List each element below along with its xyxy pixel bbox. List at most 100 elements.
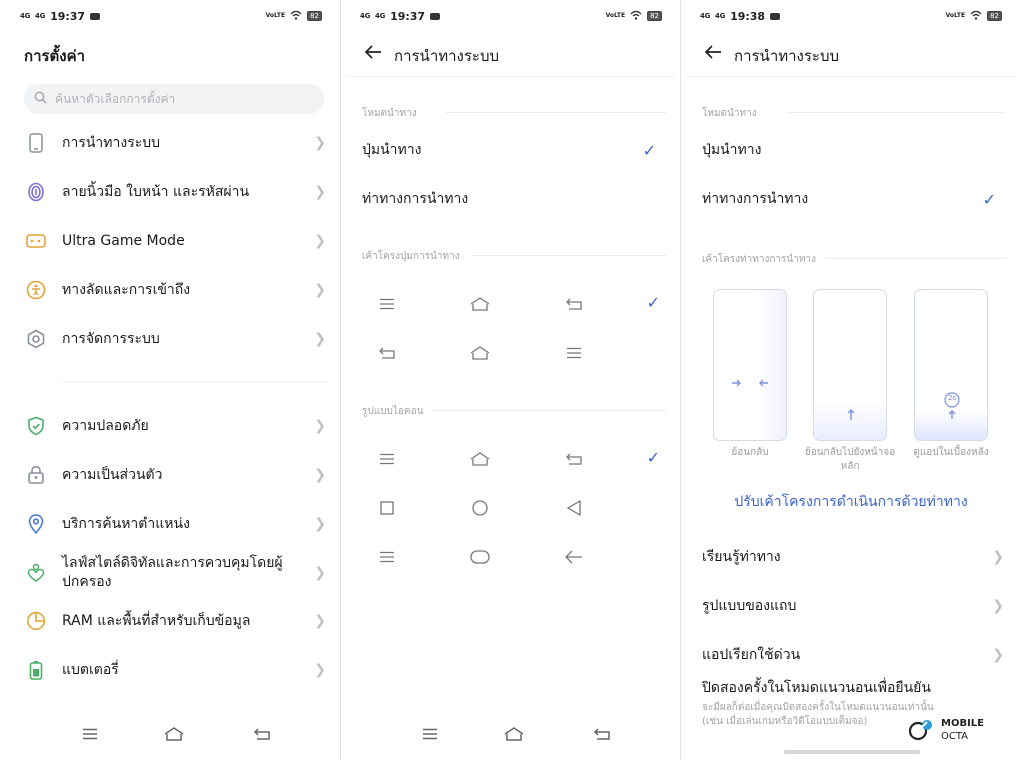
option-nav-buttons[interactable]: ปุ่มนำทาง ✓ <box>362 135 666 165</box>
chevron-right-icon: ❯ <box>314 331 326 347</box>
signal-2: 4G <box>375 12 386 20</box>
chevron-right-icon: ❯ <box>314 282 326 298</box>
icon-style-option-1[interactable]: ✓ <box>346 444 676 474</box>
settings-item-digital-wellbeing[interactable]: ไลฟ์สไตล์ดิจิทัลและการควบคุมโดยผู้ปกครอง… <box>6 551 336 595</box>
watermark-line1: MOBILE <box>941 718 984 729</box>
chevron-right-icon: ❯ <box>314 662 326 678</box>
settings-item-label: แบตเตอรี่ <box>62 662 119 678</box>
panel-divider <box>680 0 681 760</box>
back-button[interactable] <box>590 722 614 746</box>
option-gestures[interactable]: ท่าทางการนำทาง ✓ <box>702 184 1006 214</box>
row-bar-style[interactable]: รูปแบบของแถบ ❯ <box>702 591 1006 621</box>
watermark-line2: OCTA <box>941 731 969 742</box>
signal-1: 4G <box>20 12 31 20</box>
back-icon <box>563 448 585 470</box>
checkmark-icon: ✓ <box>646 293 660 312</box>
section-header-gesture-layout: เค้าโครงท่าทางการนำทาง <box>702 252 1006 267</box>
pie-chart-icon <box>26 611 46 631</box>
settings-item-label: RAM และพื้นที่สำหรับเก็บข้อมูล <box>62 613 251 629</box>
hexagon-gear-icon <box>26 329 46 349</box>
battery-level: 82 <box>307 11 322 21</box>
caption-recents: ดูแอปในเบื้องหลัง <box>913 447 989 458</box>
battery-icon <box>26 660 46 680</box>
status-bar: 4G 4G 19:37 VoLTE 82 <box>360 8 662 24</box>
settings-item-label: บริการค้นหาตำแหน่ง <box>62 516 190 532</box>
gesture-preview-recents: 2s <box>914 289 988 441</box>
settings-item-label: ความปลอดภัย <box>62 418 149 434</box>
settings-item-security[interactable]: ความปลอดภัย ❯ <box>6 406 336 446</box>
settings-panel: 4G 4G 19:37 VoLTE 82 การตั้งค่า ค้นหาตัว… <box>6 0 336 760</box>
menu-button[interactable] <box>78 722 102 746</box>
triangle-back-icon <box>563 497 585 519</box>
home-icon <box>469 342 491 364</box>
row-learn-gestures[interactable]: เรียนรู้ท่าทาง ❯ <box>702 542 1006 572</box>
settings-item-label: การนำทางระบบ <box>62 135 161 151</box>
group-divider <box>62 381 326 382</box>
page-title: การตั้งค่า <box>24 47 86 65</box>
chevron-right-icon: ❯ <box>314 418 326 434</box>
wifi-icon <box>970 10 982 23</box>
customize-gesture-link[interactable]: ปรับเค้าโครงการดำเนินการด้วยท่าทาง <box>686 491 1016 513</box>
row-double-swipe-landscape[interactable]: ปิดสองครั้งในโหมดแนวนอนเพื่อยืนยัน <box>702 676 1006 700</box>
home-icon <box>469 448 491 470</box>
icon-style-option-3[interactable] <box>346 542 676 572</box>
arrow-left-icon <box>563 546 585 568</box>
chevron-right-icon: ❯ <box>314 467 326 483</box>
volte-indicator: VoLTE <box>605 12 626 19</box>
settings-item-label: ความเป็นส่วนตัว <box>62 467 163 483</box>
section-header-mode: โหมดนำทาง <box>702 106 1006 121</box>
row-quick-launch[interactable]: แอปเรียกใช้ด่วน ❯ <box>702 640 1006 670</box>
option-nav-buttons[interactable]: ปุ่มนำทาง <box>702 135 1006 165</box>
clock: 19:37 <box>390 9 426 23</box>
settings-item-privacy[interactable]: ความเป็นส่วนตัว ❯ <box>6 455 336 495</box>
volte-indicator: VoLTE <box>265 12 286 19</box>
square-icon <box>376 497 398 519</box>
back-arrow-icon[interactable] <box>364 44 382 65</box>
menu-button[interactable] <box>418 722 442 746</box>
settings-item-ultra-game-mode[interactable]: Ultra Game Mode ❯ <box>6 221 336 261</box>
home-button[interactable] <box>502 722 526 746</box>
settings-item-shortcuts-accessibility[interactable]: ทางลัดและการเข้าถึง ❯ <box>6 270 336 310</box>
home-button[interactable] <box>162 722 186 746</box>
lock-icon <box>26 465 46 485</box>
fingerprint-icon <box>26 182 46 202</box>
settings-item-fingerprint[interactable]: ลายนิ้วมือ ใบหน้า และรหัสผ่าน ❯ <box>6 172 336 212</box>
back-icon <box>376 342 398 364</box>
checkmark-icon: ✓ <box>642 140 656 160</box>
settings-item-system-management[interactable]: การจัดการระบบ ❯ <box>6 319 336 359</box>
gesture-home-indicator[interactable] <box>784 750 920 754</box>
row-label: เรียนรู้ท่าทาง <box>702 549 781 565</box>
settings-item-ram-storage[interactable]: RAM และพื้นที่สำหรับเก็บข้อมูล ❯ <box>6 601 336 641</box>
settings-item-system-navigation[interactable]: การนำทางระบบ ❯ <box>6 123 336 163</box>
button-layout-option-1[interactable]: ✓ <box>346 289 676 319</box>
back-icon <box>563 293 585 315</box>
signal-2: 4G <box>715 12 726 20</box>
icon-style-option-2[interactable] <box>346 493 676 523</box>
menu-icon <box>376 293 398 315</box>
back-button[interactable] <box>250 722 274 746</box>
row-label: แอปเรียกใช้ด่วน <box>702 647 801 663</box>
mobile-octa-logo <box>908 720 932 741</box>
settings-item-location[interactable]: บริการค้นหาตำแหน่ง ❯ <box>6 504 336 544</box>
settings-item-label: ไลฟ์สไตล์ดิจิทัลและการควบคุมโดยผู้ปกครอง <box>62 555 283 590</box>
caption-home: ย้อนกลับไปยังหน้าจอหลัก <box>804 447 896 472</box>
search-icon <box>34 91 47 107</box>
settings-item-label: การจัดการระบบ <box>62 331 160 347</box>
pill-home-icon <box>469 546 491 568</box>
search-input[interactable]: ค้นหาตัวเลือกการตั้งค่า <box>24 84 324 114</box>
chevron-right-icon: ❯ <box>314 184 326 200</box>
status-bar: 4G 4G 19:38 VoLTE 82 <box>700 8 1002 24</box>
row-label: ปิดสองครั้งในโหมดแนวนอนเพื่อยืนยัน <box>702 680 931 696</box>
chevron-right-icon: ❯ <box>314 135 326 151</box>
option-gestures[interactable]: ท่าทางการนำทาง <box>362 184 666 214</box>
settings-item-label: ลายนิ้วมือ ใบหน้า และรหัสผ่าน <box>62 184 250 200</box>
settings-item-battery[interactable]: แบตเตอรี่ ❯ <box>6 650 336 690</box>
chevron-right-icon: ❯ <box>314 565 326 581</box>
back-arrow-icon[interactable] <box>704 44 722 65</box>
button-layout-option-2[interactable] <box>346 338 676 368</box>
row-label: รูปแบบของแถบ <box>702 598 797 614</box>
navigation-buttons-panel: 4G 4G 19:37 VoLTE 82 การนำทางระบบ โหมดนำ… <box>346 0 676 760</box>
gamepad-icon <box>26 231 46 251</box>
game-notification-icon <box>430 12 441 20</box>
heart-person-icon <box>26 563 46 583</box>
